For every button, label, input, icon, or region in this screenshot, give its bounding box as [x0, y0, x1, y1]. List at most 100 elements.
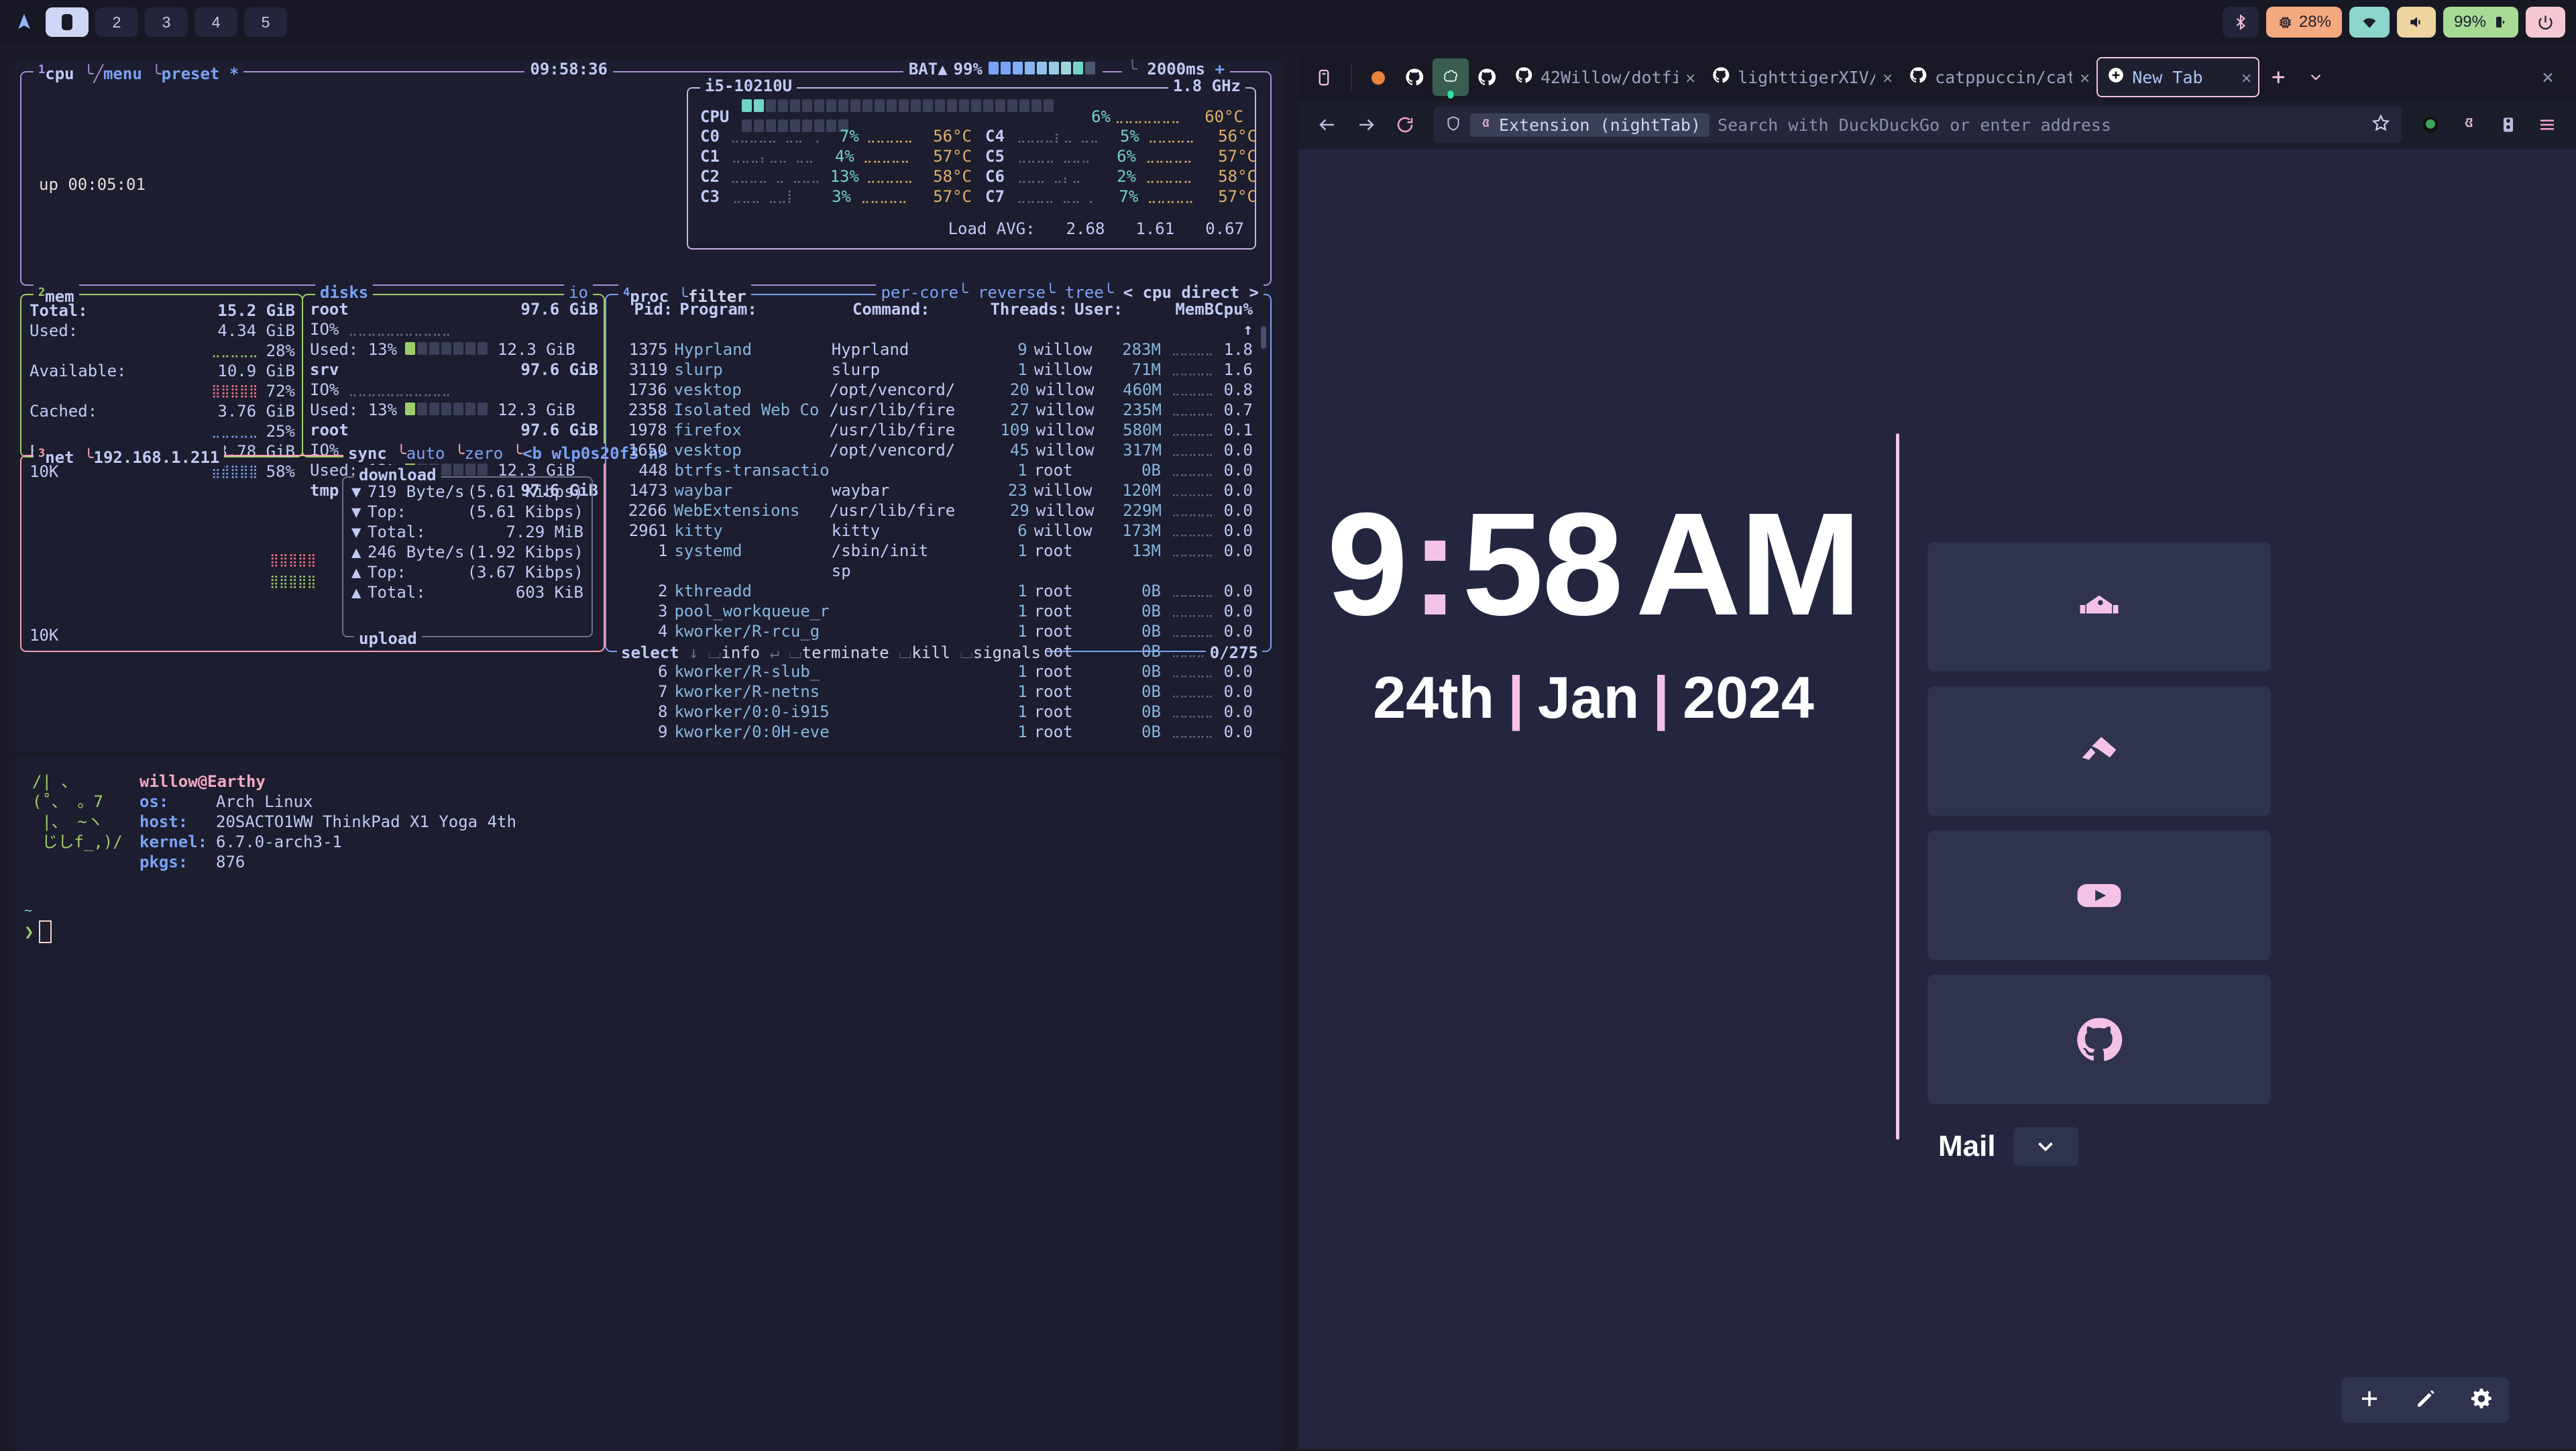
volume-icon[interactable]	[2396, 7, 2436, 38]
table-row[interactable]: 2266 WebExtensions/usr/lib/fire 29 willow 22…	[616, 500, 1253, 521]
table-row[interactable]: 1978 firefox/usr/lib/fire 109 willow 580M ⣀⣀⣀…	[616, 420, 1253, 440]
extension-icon[interactable]	[2450, 105, 2489, 144]
settings-button[interactable]	[2469, 1387, 2494, 1413]
btop-net-scale-bottom: 10K	[30, 626, 59, 645]
new-tab-button[interactable]: +	[2259, 58, 2297, 96]
btop-proc-rows[interactable]: 1375 Hyprland Hyprland 9 willow 283M ⣀⣀⣀⣀⣀ 1.8 3…	[616, 339, 1253, 742]
btop-proc-footer[interactable]: select ↓ ⌴info ↵ ⌴terminate ⌴kill ⌴signa…	[617, 643, 1045, 663]
duckduckgo-icon[interactable]	[2411, 105, 2450, 144]
btop-uptime: up 00:05:01	[39, 175, 146, 194]
btop-core-row: C4 ⣀⣀⣀⣀⡆⣀ ⣀⣀ 5% ⣀⣀⣀⣀⣀ 56°C	[985, 127, 1257, 146]
proc-pid: 1736	[628, 380, 667, 399]
table-row[interactable]: 2358 Isolated Web Co/usr/lib/fire 27 willow…	[616, 400, 1253, 420]
wifi-icon[interactable]	[2349, 7, 2390, 38]
proc-program: kthreadd	[674, 582, 752, 600]
table-row[interactable]: 4 kworker/R-rcu_g 1 root 0B ⣀⣀⣀⣀⣀ 0.0	[616, 621, 1253, 641]
battery-module[interactable]: 99%	[2443, 7, 2518, 38]
btop-cpu-detail-box: i5-10210U 1.8 GHz CPU 6% ⣀⣀⣀⣀⣀⣀⣀ 60°C C0…	[687, 76, 1257, 250]
clock-minute: 58	[1462, 483, 1623, 646]
tab-dotfiles[interactable]: 42Willow/dotfiles ✕	[1505, 58, 1702, 96]
table-row[interactable]: 6 kworker/R-slub_ 1 root 0B ⣀⣀⣀⣀⣀ 0.0	[616, 661, 1253, 682]
proc-mem: 13M	[1131, 541, 1161, 560]
extension-identity-chip[interactable]: Extension (nightTab)	[1470, 113, 1710, 137]
firefox-view-icon[interactable]	[1305, 58, 1343, 96]
btop-header-battery: BAT▲ 99%	[903, 59, 1103, 79]
bluetooth-icon[interactable]	[2222, 7, 2259, 38]
proc-cpu-graph: ⣀⣀⣀⣀⣀	[1171, 665, 1213, 678]
save-to-pocket-icon[interactable]	[2489, 105, 2528, 144]
btop-mem-meter-row: ⣿⣿⣿⣿⣿ 72%	[211, 382, 295, 400]
btop-proc-scrollbar[interactable]	[1261, 326, 1266, 349]
table-row[interactable]: 2961 kitty kitty 6 willow 173M ⣀⣀⣀⣀⣀ 0.0	[616, 521, 1253, 541]
table-row[interactable]: 1473 waybar waybar 23 willow 120M ⣀⣀⣀⣀⣀ 0.0	[616, 480, 1253, 500]
bookmark-proton-drive[interactable]	[1927, 686, 2271, 816]
kitty-terminal-window[interactable]: /| 、 (˚、 。7 |、 ~ヽ じしf_,)/ willow@Earthy o…	[15, 757, 1282, 1451]
bookmark-youtube[interactable]	[1927, 830, 2271, 960]
bookmark-protonmail[interactable]	[1927, 542, 2271, 671]
tab-close-icon[interactable]: ✕	[2241, 68, 2251, 87]
proc-pid: 448	[638, 461, 668, 480]
proc-command: slurp	[831, 360, 881, 379]
btop-cpu-title[interactable]: 1cpu ╰╱menu ╰preset *	[34, 60, 244, 84]
tab-close-icon[interactable]: ✕	[1883, 68, 1893, 87]
proc-cpu: 0.0	[1223, 441, 1253, 460]
proc-cpu: 0.0	[1223, 622, 1253, 641]
table-row[interactable]: 9 kworker/0:0H-eve 1 root 0B ⣀⣀⣀⣀⣀ 0.0	[616, 722, 1253, 742]
proc-threads: 29	[1009, 501, 1029, 520]
cpu-usage-module[interactable]: 28%	[2265, 7, 2342, 38]
add-bookmark-button[interactable]	[2357, 1386, 2382, 1414]
back-arrow-icon[interactable]	[1308, 105, 1347, 144]
workspace-button-4[interactable]: 4	[194, 7, 237, 37]
table-row[interactable]: 1650 vesktop/opt/vencord/45 willow 317M ⣀⣀⣀⣀…	[616, 440, 1253, 460]
shield-icon[interactable]	[1445, 115, 1462, 135]
proc-cpu-graph: ⣀⣀⣀⣀⣀	[1172, 443, 1214, 457]
pinned-tab-firefox-icon[interactable]	[1360, 58, 1396, 96]
window-close-icon[interactable]: ×	[2529, 58, 2567, 96]
workspace-button-3[interactable]: 3	[145, 7, 188, 37]
workspace-button-1[interactable]	[46, 7, 89, 37]
tab-catppuccin[interactable]: catppuccin/catppuc ✕	[1899, 58, 2096, 96]
pinned-tab-github-icon[interactable]	[1396, 58, 1433, 96]
pinned-tab-openai-icon[interactable]	[1433, 58, 1469, 99]
group-collapse-button[interactable]	[2013, 1127, 2078, 1166]
proc-program: waybar	[674, 481, 733, 500]
btop-proc-table[interactable]: Pid: Program: Command: Threads: User: Me…	[616, 299, 1253, 742]
edit-button[interactable]	[2414, 1387, 2438, 1413]
tab-close-icon[interactable]: ✕	[2080, 68, 2090, 87]
btop-battery-meter	[989, 59, 1097, 79]
pinned-tab-github-icon-2[interactable]	[1469, 58, 1505, 96]
bookmark-github[interactable]	[1927, 975, 2271, 1104]
tab-new-tab[interactable]: New Tab ✕	[2096, 57, 2260, 97]
chevron-down-icon[interactable]	[2297, 58, 2335, 96]
table-row[interactable]: 3 pool_workqueue_r 1 root 0B ⣀⣀⣀⣀⣀ 0.0	[616, 601, 1253, 621]
proc-threads: 1	[1017, 702, 1027, 721]
star-icon[interactable]	[2371, 113, 2391, 136]
proc-program: kworker/R-slub_	[674, 662, 820, 681]
table-row[interactable]: 1375 Hyprland Hyprland 9 willow 283M ⣀⣀⣀⣀⣀ 1.8	[616, 339, 1253, 360]
btop-net-title[interactable]: 3net ╰192.168.1.211	[34, 443, 225, 468]
table-row[interactable]: 2 kthreadd 1 root 0B ⣀⣀⣀⣀⣀ 0.0	[616, 581, 1253, 601]
tab-close-icon[interactable]: ✕	[1685, 68, 1695, 87]
hamburger-menu-icon[interactable]	[2528, 105, 2567, 144]
shell-prompt[interactable]: ~ ❯	[15, 900, 1282, 943]
proc-cpu-graph: ⣀⣀⣀⣀⣀	[1171, 725, 1213, 739]
tab-catppuccin-lighttiger[interactable]: lighttigerXIV/catp ✕	[1702, 58, 1899, 96]
table-row[interactable]: 7 kworker/R-netns 1 root 0B ⣀⣀⣀⣀⣀ 0.0	[616, 682, 1253, 702]
power-icon[interactable]	[2526, 7, 2565, 38]
btop-proc-box: 4proc ╰filter per-core╰ reverse╰ tree╰ <…	[605, 282, 1272, 741]
address-bar[interactable]: Extension (nightTab) Search with DuckDuc…	[1434, 107, 2402, 143]
forward-arrow-icon[interactable]	[1347, 105, 1386, 144]
workspace-button-5[interactable]: 5	[244, 7, 287, 37]
table-row[interactable]: 1 systemd/sbin/init sp 1 root 13M ⣀⣀⣀⣀⣀ 0.0	[616, 541, 1253, 581]
table-row[interactable]: 3119 slurp slurp 1 willow 71M ⣀⣀⣀⣀⣀ 1.6	[616, 360, 1253, 380]
table-row[interactable]: 1736 vesktop/opt/vencord/20 willow 460M ⣀⣀⣀⣀…	[616, 380, 1253, 400]
fastfetch-field: os: Arch Linux	[139, 792, 313, 811]
workspace-button-2[interactable]: 2	[95, 7, 138, 37]
btop-mem-meter-row: ⣀⣀⣀⣀⣀ 25%	[211, 422, 295, 441]
table-row[interactable]: 448 btrfs-transactio 1 root 0B ⣀⣀⣀⣀⣀ 0.0	[616, 460, 1253, 480]
reload-icon[interactable]	[1386, 105, 1424, 144]
arch-logo-icon[interactable]	[9, 7, 39, 37]
table-row[interactable]: 8 kworker/0:0-i915 1 root 0B ⣀⣀⣀⣀⣀ 0.0	[616, 702, 1253, 722]
proc-mem: 0B	[1141, 461, 1161, 480]
proc-command	[832, 601, 952, 621]
